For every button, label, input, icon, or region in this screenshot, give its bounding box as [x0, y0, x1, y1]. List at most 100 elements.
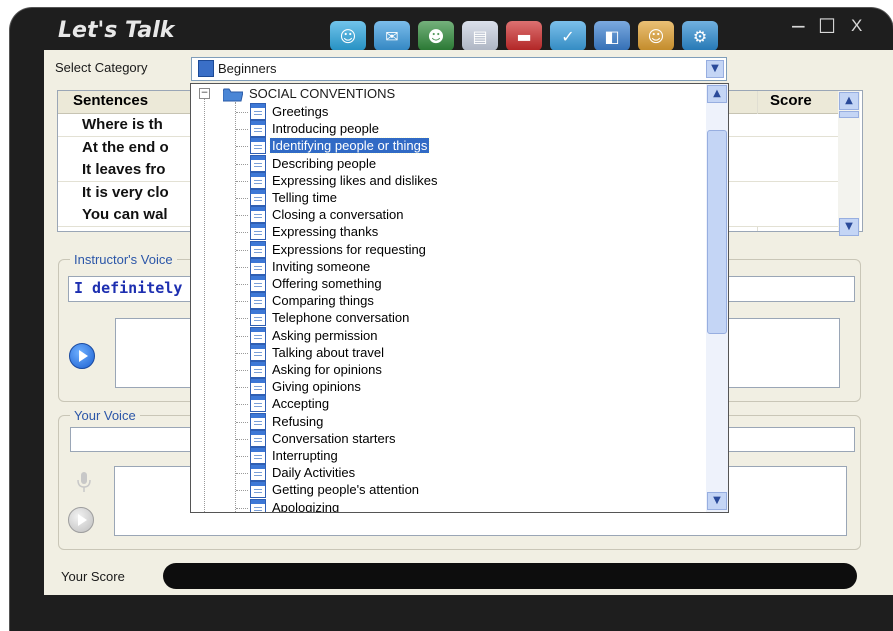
tree-line [236, 387, 248, 389]
category-list-item[interactable]: Identifying people or things [236, 137, 690, 155]
category-list-item-label: Closing a conversation [272, 207, 404, 223]
page-icon [250, 137, 266, 155]
column-header-score[interactable]: Score [770, 92, 812, 109]
category-list-item-label: Expressing thanks [272, 224, 379, 240]
category-list-item[interactable]: Telling time [236, 189, 690, 207]
tree-line [236, 456, 248, 457]
category-list-item[interactable]: Daily Activities [236, 464, 690, 482]
category-list-item-label: Refusing [272, 413, 324, 429]
projector-icon[interactable]: ◧ [594, 21, 630, 51]
tree-line [236, 232, 248, 234]
dropdown-scroll-down-icon[interactable]: ▼ [707, 492, 727, 510]
tree-items: Greetings Introducing people Identifying p… [236, 103, 710, 512]
tree-line [236, 215, 248, 217]
tree-line [236, 180, 248, 182]
tree-line [236, 490, 248, 492]
category-dropdown-list[interactable]: − SOCIAL CONVENTIONS Greetings Introducin… [190, 83, 729, 513]
category-list-item[interactable]: Giving opinions [236, 378, 690, 396]
microphone-icon[interactable] [75, 471, 93, 493]
page-icon [250, 447, 266, 464]
sentence-cell: It is very clo [82, 183, 169, 201]
your-score-label: Your Score [61, 569, 125, 584]
table-scroll-thumb[interactable] [839, 111, 859, 118]
book-icon[interactable]: ▬ [506, 21, 542, 51]
sentence-cell: At the end o [82, 138, 169, 156]
category-list-item[interactable]: Telephone conversation [236, 309, 690, 327]
category-list-item-label: Conversation starters [272, 430, 396, 446]
category-list-item-label: Introducing people [272, 121, 379, 137]
category-list-item[interactable]: Accepting [236, 395, 690, 413]
category-list-item[interactable]: Offering something [236, 275, 690, 293]
tree-root-label[interactable]: SOCIAL CONVENTIONS [249, 86, 395, 101]
category-list-item-label: Describing people [272, 155, 377, 171]
column-header-sentences[interactable]: Sentences [73, 92, 148, 109]
tree-line [236, 438, 248, 440]
close-button[interactable]: X [851, 16, 862, 36]
category-list-item[interactable]: Getting people's attention [236, 481, 690, 499]
category-list-item[interactable]: Refusing [236, 412, 690, 431]
category-list-item[interactable]: Expressions for requesting [236, 240, 690, 259]
page-icon [250, 154, 266, 172]
page-icon [250, 240, 266, 258]
teacher-icon[interactable]: ☺ [638, 21, 674, 51]
page-icon [250, 481, 266, 499]
tree-line [236, 112, 248, 113]
page-icon [250, 395, 266, 413]
category-list-item[interactable]: Apologizing [236, 498, 690, 512]
your-voice-play-button[interactable] [68, 507, 94, 533]
instructor-voice-label: Instructor's Voice [70, 252, 177, 267]
category-list-item[interactable]: Describing people [236, 154, 690, 173]
category-list-item[interactable]: Asking for opinions [236, 361, 690, 379]
category-list-item[interactable]: Expressing likes and dislikes [236, 171, 690, 190]
category-list-item-label: Identifying people or things [268, 137, 431, 155]
maximize-button[interactable]: ☐ [818, 16, 836, 36]
category-list-item-label: Getting people's attention [272, 482, 420, 498]
dropdown-scroll-up-icon[interactable]: ▲ [707, 85, 727, 103]
tree-line [236, 249, 248, 251]
category-list-item[interactable]: Asking permission [236, 326, 690, 345]
dropdown-scroll-thumb[interactable] [707, 130, 727, 334]
tree-line [236, 335, 248, 337]
scroll-up-icon[interactable]: ▲ [839, 92, 859, 110]
category-list-item[interactable]: Closing a conversation [236, 206, 690, 224]
tree-collapse-toggle[interactable]: − [199, 88, 210, 99]
page-icon [250, 292, 266, 310]
abc-check-icon[interactable]: ✓ [550, 21, 586, 51]
page-icon [250, 326, 266, 344]
category-list-item-label: Inviting someone [272, 258, 371, 274]
category-list-item[interactable]: Talking about travel [236, 343, 690, 362]
tree-line [236, 284, 248, 285]
category-list-item[interactable]: Greetings [236, 103, 690, 121]
category-list-item[interactable]: Conversation starters [236, 429, 690, 448]
folder-icon [222, 87, 244, 102]
category-list-item-label: Telling time [272, 190, 338, 205]
category-list-item[interactable]: Introducing people [236, 120, 690, 138]
settings-gear-icon[interactable]: ⚙ [682, 21, 718, 51]
scroll-down-icon[interactable]: ▼ [839, 218, 859, 236]
sentence-cell: You can wal [82, 206, 168, 224]
category-list-item[interactable]: Interrupting [236, 447, 690, 465]
minimize-button[interactable]: − [790, 16, 807, 36]
envelope-icon[interactable]: ✉ [374, 21, 410, 51]
category-list-item[interactable]: Expressing thanks [236, 223, 690, 241]
tree-line [236, 301, 248, 303]
chat-bubble-icon[interactable]: ☺ [330, 21, 366, 51]
instructor-play-button[interactable] [69, 343, 95, 369]
page-icon [250, 223, 266, 241]
page-icon [250, 464, 266, 482]
category-list-item[interactable]: Inviting someone [236, 257, 690, 276]
category-list-item-label: Talking about travel [272, 344, 385, 360]
category-list-item-label: Accepting [272, 396, 330, 412]
page-icon [250, 189, 266, 206]
page-icon [250, 343, 266, 361]
people-icon[interactable]: ☻ [418, 21, 454, 51]
category-list-item-label: Comparing things [272, 293, 374, 309]
page-icon [250, 171, 266, 189]
page-icon [250, 120, 266, 138]
tree-line [236, 146, 248, 148]
sentence-cell: It leaves fro [82, 161, 166, 179]
play-icon [78, 514, 87, 526]
notepad-icon[interactable]: ▤ [462, 21, 498, 51]
category-list-item[interactable]: Comparing things [236, 292, 690, 310]
chevron-down-icon[interactable]: ▼ [706, 60, 724, 78]
